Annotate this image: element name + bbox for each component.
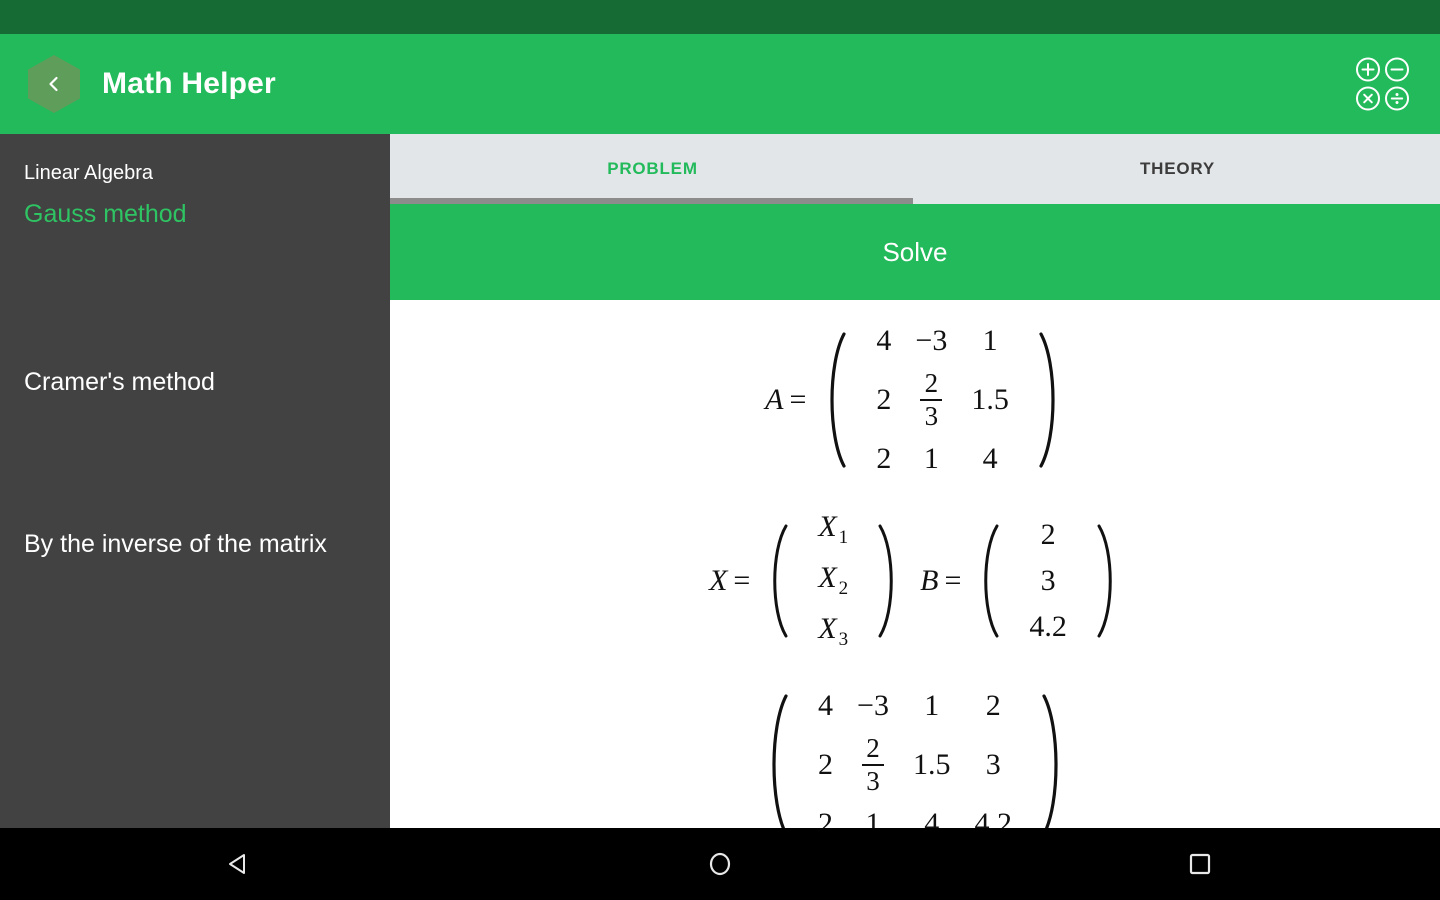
minus-circle-icon: [1384, 57, 1410, 83]
tab-problem[interactable]: PROBLEM: [390, 134, 915, 204]
matrix-a-block: A = 4 −3 1 2 2 3 1.5 2 1 4: [765, 318, 1065, 482]
matrix-cell: 4: [924, 807, 940, 828]
matrix-cell: 2: [1040, 517, 1056, 551]
tab-bar: PROBLEM THEORY: [390, 134, 1440, 204]
right-paren: [1093, 522, 1121, 640]
matrix-cell-fraction: 2 3: [908, 364, 954, 436]
matrix-cell: 2: [876, 442, 892, 475]
sidebar-item-inverse-matrix[interactable]: By the inverse of the matrix: [0, 519, 390, 569]
square-recents-icon: [1189, 853, 1211, 875]
back-button[interactable]: [28, 55, 80, 113]
android-nav-bar: [0, 828, 1440, 900]
sidebar-section-title: Linear Algebra: [24, 162, 153, 184]
matrix-cell: 2: [985, 689, 1001, 722]
left-paren: [820, 330, 850, 470]
matrix-cell: X2: [818, 561, 849, 599]
divide-circle-icon: [1384, 86, 1410, 112]
matrix-a-equals: =: [789, 383, 807, 416]
matrix-cell: 2: [818, 807, 834, 828]
matrix-x-block: X = X1 X2 X3: [709, 504, 902, 657]
nav-back-button[interactable]: [200, 828, 280, 900]
fraction: 2 3: [920, 368, 943, 431]
matrix-cell: 4: [982, 442, 998, 475]
times-circle-icon: [1355, 86, 1381, 112]
app-root: Math Helper Linear Algebra Gauss method …: [0, 0, 1440, 900]
matrix-a-grid: 4 −3 1 2 2 3 1.5 2 1 4: [850, 318, 1034, 482]
content-panel: PROBLEM THEORY Solve A = 4 −3 1 2 2 3 1.…: [390, 134, 1440, 828]
matrix-cell: 1: [982, 324, 998, 357]
matrix-cell: X1: [818, 510, 849, 548]
tab-theory[interactable]: THEORY: [915, 134, 1440, 204]
solve-button[interactable]: Solve: [390, 204, 1440, 300]
sidebar: Linear Algebra Gauss method Cramer's met…: [0, 134, 390, 828]
math-operations-icon[interactable]: [1355, 57, 1410, 112]
sidebar-item-gauss-method[interactable]: Gauss method: [0, 189, 390, 239]
matrix-cell: 4: [818, 689, 834, 722]
app-title: Math Helper: [102, 67, 276, 100]
right-paren: [1035, 330, 1065, 470]
matrix-cell: 1: [865, 807, 881, 828]
matrix-cell: −3: [915, 324, 948, 357]
fraction-numerator: 2: [866, 733, 880, 763]
fraction: 2 3: [861, 733, 884, 796]
left-paren: [762, 692, 792, 828]
math-output-area[interactable]: A = 4 −3 1 2 2 3 1.5 2 1 4 X = X 1 X 2 X…: [390, 300, 1440, 828]
left-paren: [975, 522, 1003, 640]
matrix-cell: 4.2: [1029, 609, 1067, 643]
matrix-cell: 1.5: [971, 383, 1009, 416]
matrix-cell: 4.2: [974, 807, 1012, 828]
tab-indicator: [390, 198, 913, 204]
fraction-denominator: 3: [924, 401, 939, 431]
matrix-x-b-block: X = X1 X2 X3 B = 2 3 4.2: [709, 504, 1121, 657]
matrix-cell: 4: [876, 324, 892, 357]
plus-circle-icon: [1355, 57, 1381, 83]
fraction-numerator: 2: [924, 368, 939, 398]
left-paren: [764, 522, 792, 640]
status-bar: [0, 0, 1440, 34]
matrix-b-grid: 2 3 4.2: [1003, 512, 1093, 650]
matrix-cell: 1: [924, 689, 940, 722]
nav-home-button[interactable]: [680, 828, 760, 900]
matrix-cell-fraction: 2 3: [850, 729, 896, 801]
chevron-left-icon: [49, 76, 58, 92]
right-paren: [874, 522, 902, 640]
circle-home-icon: [709, 852, 731, 876]
matrix-cell: 1: [923, 442, 939, 475]
fraction-denominator: 3: [866, 766, 880, 796]
matrix-b-equals: =: [944, 563, 962, 597]
matrix-b-label: B: [920, 563, 939, 597]
matrix-cell: X3: [818, 612, 849, 650]
matrix-cell: 2: [818, 748, 834, 781]
matrix-cell: 1.5: [912, 748, 951, 781]
matrix-x-equals: =: [733, 563, 751, 597]
triangle-back-icon: [229, 854, 245, 874]
augmented-matrix-1-block: 4 −3 1 2 2 2 3 1.5 3 2 1 4 4.2: [762, 683, 1068, 828]
matrix-cell: 3: [1040, 563, 1056, 597]
matrix-cell: 2: [876, 383, 892, 416]
matrix-x-grid: X1 X2 X3: [792, 504, 874, 657]
sidebar-item-cramers-method[interactable]: Cramer's method: [0, 357, 390, 407]
nav-recents-button[interactable]: [1160, 828, 1240, 900]
matrix-b-block: B = 2 3 4.2: [920, 512, 1121, 650]
right-paren: [1038, 692, 1068, 828]
matrix-cell: −3: [857, 689, 889, 722]
app-bar: Math Helper: [0, 34, 1440, 134]
matrix-cell: 3: [985, 748, 1001, 781]
augmented-matrix-1-grid: 4 −3 1 2 2 2 3 1.5 3 2 1 4 4.2: [792, 683, 1038, 828]
matrix-x-label: X: [709, 563, 728, 597]
matrix-a-label: A: [765, 383, 784, 416]
